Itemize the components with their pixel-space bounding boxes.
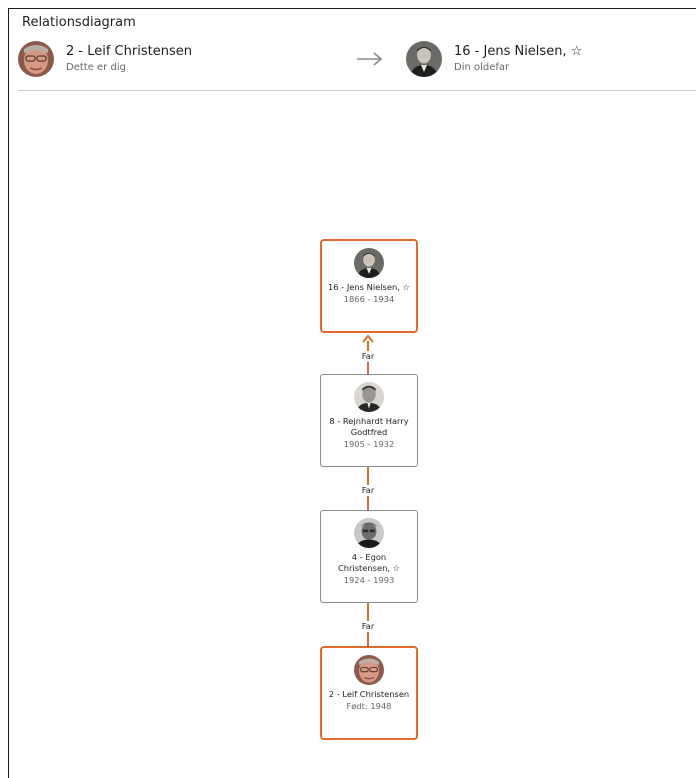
leif-avatar	[354, 655, 384, 685]
card-name: 8 - Rejnhardt Harry Godtfred	[329, 416, 409, 437]
card-years: 1924 - 1993	[343, 575, 395, 585]
relation-label: Far	[348, 621, 388, 632]
from-person-subtitle: Dette er dig	[66, 61, 126, 73]
leif-avatar	[18, 41, 54, 77]
from-person-name: 2 - Leif Christensen	[66, 43, 192, 59]
header-divider	[18, 90, 696, 91]
card-years: 1866 - 1934	[343, 294, 395, 304]
arrow-up-icon	[362, 335, 374, 343]
from-person[interactable]: 2 - Leif Christensen Dette er dig	[18, 41, 192, 77]
to-person-subtitle: Din oldefar	[454, 61, 510, 73]
arrow-right-icon	[357, 52, 383, 66]
person-card-egon-christensen[interactable]: 4 - Egon Christensen, ☆ 1924 - 1993	[320, 510, 418, 603]
to-person-name: 16 - Jens Nielsen, ☆	[454, 43, 583, 59]
person-card-rejnhardt[interactable]: 8 - Rejnhardt Harry Godtfred 1905 - 1932	[320, 374, 418, 467]
jens-avatar	[406, 41, 442, 77]
person-card-jens-nielsen[interactable]: 16 - Jens Nielsen, ☆ 1866 - 1934	[320, 239, 418, 333]
relation-label: Far	[348, 351, 388, 362]
egon-avatar	[354, 518, 384, 548]
card-years: Født: 1948	[346, 701, 392, 711]
card-name: 4 - Egon Christensen, ☆	[337, 552, 401, 573]
to-person[interactable]: 16 - Jens Nielsen, ☆ Din oldefar	[406, 41, 582, 77]
card-name: 16 - Jens Nielsen, ☆	[328, 282, 410, 292]
relation-label: Far	[348, 485, 388, 496]
card-name: 2 - Leif Christensen	[328, 689, 410, 699]
jens-avatar	[354, 248, 384, 278]
page-title: Relationsdiagram	[22, 15, 136, 30]
person-card-leif-christensen[interactable]: 2 - Leif Christensen Født: 1948	[320, 646, 418, 740]
rejnhardt-avatar	[354, 382, 384, 412]
card-years: 1905 - 1932	[343, 439, 395, 449]
